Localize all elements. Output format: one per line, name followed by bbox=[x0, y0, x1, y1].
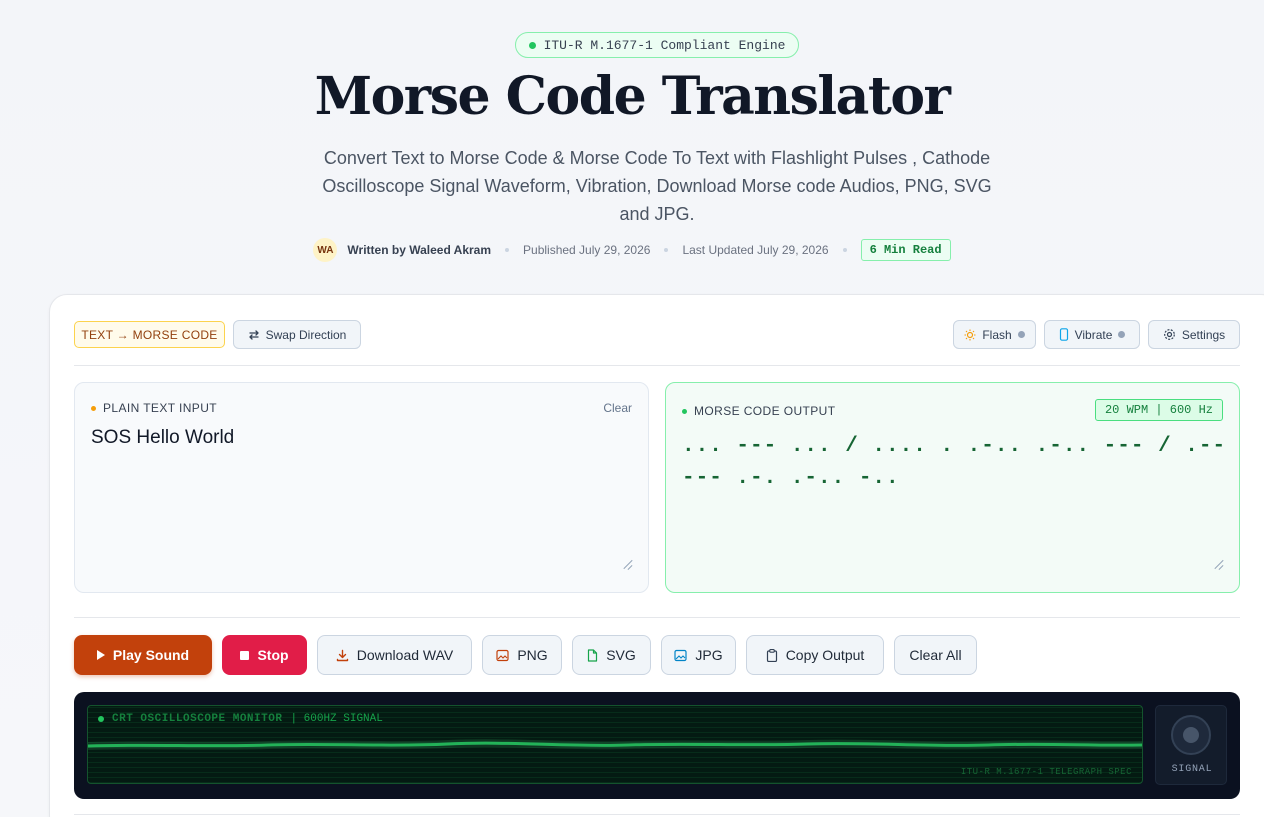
svg-button[interactable]: SVG bbox=[572, 635, 651, 675]
read-time-badge: 6 Min Read bbox=[860, 239, 951, 261]
divider bbox=[74, 814, 1240, 815]
jpg-label: JPG bbox=[695, 647, 723, 663]
png-label: PNG bbox=[517, 647, 548, 663]
swap-arrows-icon bbox=[248, 329, 259, 340]
download-wav-button[interactable]: Download WAV bbox=[317, 635, 472, 675]
compliance-badge: ITU-R M.1677-1 Compliant Engine bbox=[515, 32, 799, 58]
oscilloscope-footer: ITU-R M.1677-1 TELEGRAPH SPEC bbox=[960, 767, 1132, 777]
plain-text-input[interactable]: SOS Hello World bbox=[91, 427, 234, 449]
image-icon bbox=[674, 649, 687, 661]
clear-all-button[interactable]: Clear All bbox=[894, 635, 977, 675]
resize-handle-icon[interactable] bbox=[1214, 560, 1223, 569]
download-icon bbox=[336, 649, 348, 661]
divider bbox=[74, 617, 1240, 618]
meta-separator bbox=[664, 248, 669, 252]
play-sound-button[interactable]: Play Sound bbox=[74, 635, 212, 675]
morse-output-label-text: MORSE CODE OUTPUT bbox=[694, 404, 836, 418]
clear-all-label: Clear All bbox=[909, 647, 962, 663]
stop-button[interactable]: Stop bbox=[222, 635, 307, 675]
divider bbox=[74, 365, 1240, 366]
oscilloscope-screen: CRT OSCILLOSCOPE MONITOR | 600HZ SIGNAL … bbox=[87, 705, 1143, 784]
label-dot-icon bbox=[91, 405, 96, 411]
published-date: Published July 29, 2026 bbox=[523, 243, 651, 257]
updated-date: Last Updated July 29, 2026 bbox=[682, 243, 829, 257]
gear-icon bbox=[1163, 329, 1175, 340]
settings-button[interactable]: Settings bbox=[1148, 320, 1240, 349]
compliance-badge-label: ITU-R M.1677-1 Compliant Engine bbox=[543, 37, 786, 53]
status-dot-icon bbox=[528, 41, 536, 49]
morse-output-text[interactable]: ... --- ... / .... . .-.. .-.. --- / .--… bbox=[682, 431, 1227, 495]
vibrate-toggle[interactable]: Vibrate bbox=[1044, 320, 1140, 349]
svg-label: SVG bbox=[606, 647, 636, 663]
plain-text-label: PLAIN TEXT INPUT bbox=[91, 401, 217, 415]
copy-output-label: Copy Output bbox=[785, 647, 865, 663]
swap-direction-label: Swap Direction bbox=[265, 327, 347, 342]
stop-icon bbox=[240, 650, 250, 660]
meta-separator bbox=[842, 248, 847, 252]
image-icon bbox=[496, 649, 509, 661]
page-subtitle: Convert Text to Morse Code & Morse Code … bbox=[322, 148, 992, 224]
flash-status-dot bbox=[1017, 331, 1025, 338]
download-wav-label: Download WAV bbox=[356, 647, 454, 663]
speed-badge: 20 WPM | 600 Hz bbox=[1094, 399, 1223, 421]
flash-toggle[interactable]: Flash bbox=[953, 320, 1036, 349]
morse-output-label: MORSE CODE OUTPUT bbox=[682, 404, 835, 418]
article-meta: WA Written by Waleed Akram Published Jul… bbox=[0, 238, 1264, 262]
clear-input-button[interactable]: Clear bbox=[603, 401, 632, 415]
swap-direction-button[interactable]: Swap Direction bbox=[233, 320, 361, 349]
signal-indicator: SIGNAL bbox=[1155, 705, 1227, 785]
phone-icon bbox=[1059, 328, 1068, 341]
flash-label: Flash bbox=[982, 327, 1012, 342]
bulb-icon bbox=[964, 329, 976, 340]
clipboard-icon bbox=[766, 648, 777, 662]
resize-handle-icon[interactable] bbox=[623, 560, 632, 569]
file-icon bbox=[588, 648, 598, 662]
mode-indicator: TEXT → MORSE CODE bbox=[74, 321, 225, 348]
png-button[interactable]: PNG bbox=[482, 635, 562, 675]
label-dot-icon bbox=[682, 408, 687, 414]
oscilloscope-monitor: CRT OSCILLOSCOPE MONITOR | 600HZ SIGNAL … bbox=[74, 692, 1240, 799]
morse-output-panel: MORSE CODE OUTPUT 20 WPM | 600 Hz ... --… bbox=[665, 382, 1240, 593]
signal-lamp-icon bbox=[1171, 715, 1211, 755]
meta-separator bbox=[505, 248, 510, 252]
copy-output-button[interactable]: Copy Output bbox=[746, 635, 884, 675]
page-title: Morse Code Translator bbox=[314, 66, 951, 127]
plain-text-label-text: PLAIN TEXT INPUT bbox=[103, 401, 217, 415]
author-name: Written by Waleed Akram bbox=[347, 243, 492, 257]
plain-text-panel: PLAIN TEXT INPUT Clear SOS Hello World bbox=[74, 382, 649, 593]
signal-label: SIGNAL bbox=[1171, 764, 1213, 775]
vibrate-label: Vibrate bbox=[1074, 327, 1113, 342]
play-icon bbox=[96, 650, 105, 660]
play-sound-label: Play Sound bbox=[112, 647, 190, 663]
stop-label: Stop bbox=[257, 647, 289, 663]
vibrate-status-dot bbox=[1118, 331, 1126, 338]
author-avatar: WA bbox=[313, 238, 338, 262]
settings-label: Settings bbox=[1181, 327, 1226, 342]
jpg-button[interactable]: JPG bbox=[661, 635, 736, 675]
